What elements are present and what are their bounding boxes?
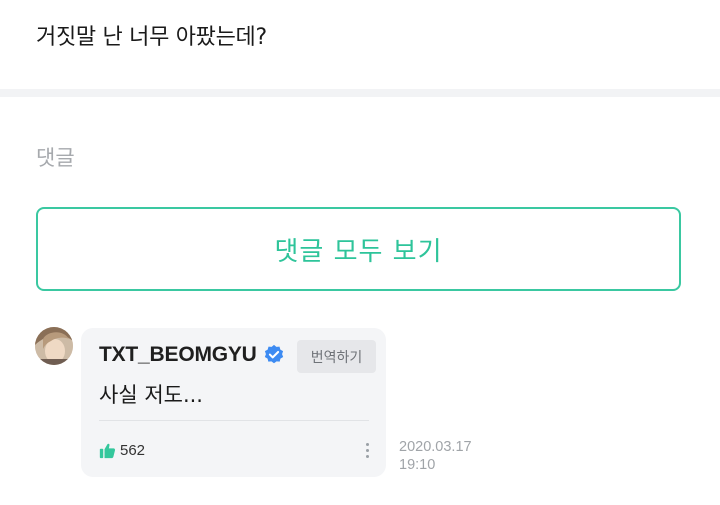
thumbs-up-icon	[99, 443, 116, 458]
translate-button[interactable]: 번역하기	[297, 340, 376, 373]
view-all-comments-button[interactable]: 댓글 모두 보기	[36, 207, 681, 291]
section-divider	[0, 89, 720, 97]
author-name[interactable]: TXT_BEOMGYU	[99, 343, 257, 367]
comment-body: 사실 저도...	[99, 383, 203, 407]
comments-section-title: 댓글	[36, 146, 75, 170]
comment-timestamp: 2020.03.17 19:10	[399, 438, 472, 474]
post-text: 거짓말 난 너무 아팠는데?	[36, 25, 267, 50]
more-vertical-icon[interactable]	[359, 438, 375, 462]
like-button[interactable]: 562	[99, 438, 145, 462]
comment-date: 2020.03.17	[399, 439, 472, 455]
comment-time: 19:10	[399, 457, 436, 473]
comment-author[interactable]: TXT_BEOMGYU	[99, 340, 285, 370]
like-count: 562	[120, 441, 146, 459]
view-all-comments-label: 댓글 모두 보기	[274, 236, 443, 267]
avatar-image	[35, 327, 73, 365]
comment-divider	[99, 420, 369, 421]
comment-card: TXT_BEOMGYU 번역하기 사실 저도... 562	[81, 328, 386, 477]
avatar[interactable]	[35, 327, 73, 365]
verified-check-icon	[264, 344, 283, 364]
